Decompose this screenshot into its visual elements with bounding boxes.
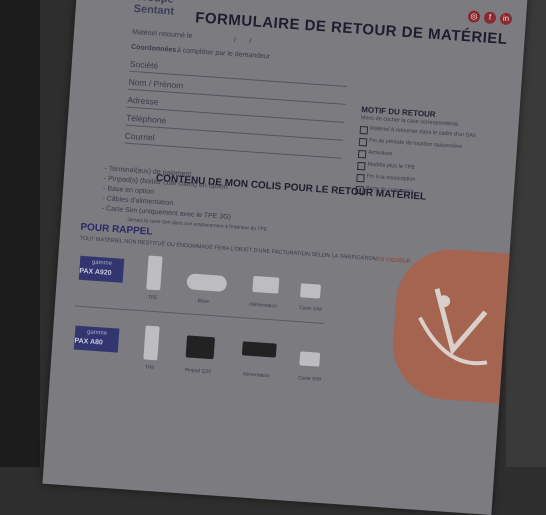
facebook-icon: f — [483, 11, 497, 25]
motif-checkbox-5[interactable] — [356, 173, 365, 183]
motif-option-5: Fin à la souscription — [366, 173, 416, 183]
sim-a920-image — [300, 283, 321, 299]
gamme-divider — [74, 305, 325, 324]
field-nom-line[interactable] — [128, 88, 346, 105]
materiel-retourne-label: Matériel retourné le — [131, 28, 193, 41]
sim-a80-caption: Carte SIM — [298, 375, 322, 383]
social-icons: ◎ f in — [467, 10, 513, 26]
motif-checkbox-2[interactable] — [358, 137, 368, 147]
base-a920-caption: Base — [197, 298, 210, 305]
alimentation-a80-caption: Alimentation — [242, 371, 271, 380]
tpe-a920-caption: TPE — [147, 294, 158, 302]
sim-a920-caption: Carte SIM — [299, 305, 322, 313]
gamme-badge-a80: gamme PAX A80 — [73, 325, 120, 353]
date-slashes: / / — [233, 36, 252, 46]
field-courriel-label: Courriel — [124, 130, 155, 143]
motif-option-2: Fin de période de location saisonnière — [368, 137, 463, 151]
field-courriel-line[interactable] — [124, 142, 342, 159]
tpe-a920-image — [146, 255, 163, 291]
gamme-badge-a920: gamme PAX A920 — [78, 255, 125, 283]
coordonnees-label: Coordonnées — [130, 43, 177, 54]
base-a920-image — [186, 273, 228, 293]
coordonnees-hint: à compléter par le demandeur — [176, 47, 271, 61]
motif-option-3: Armoiture — [368, 149, 393, 158]
field-adresse-label: Adresse — [127, 94, 159, 107]
sim-a80-image — [299, 351, 321, 367]
motif-option-4: Modèle plus le TPE — [367, 161, 416, 171]
alimentation-a920-caption: Alimentation — [249, 301, 278, 310]
alimentation-a80-image — [241, 341, 277, 358]
alimentation-a920-image — [252, 275, 280, 294]
tpe-a80-image — [143, 325, 160, 361]
linkedin-icon: in — [499, 12, 513, 26]
pinpad-a80-image — [185, 335, 216, 360]
field-telephone-label: Téléphone — [125, 112, 167, 126]
rappel-title: POUR RAPPEL — [80, 221, 153, 238]
tpe-a80-caption: TPE — [144, 364, 155, 372]
field-societe-label: Société — [129, 58, 159, 71]
contenu-item-3: - Base en option — [102, 185, 155, 196]
motif-option-1: Matériel à retourner dans le cadre d'un … — [369, 125, 477, 140]
motif-checkbox-1[interactable] — [359, 125, 369, 135]
motif-checkbox-4[interactable] — [357, 161, 366, 171]
brand-logo-circle — [389, 246, 510, 404]
sextant-icon — [418, 288, 488, 366]
pinpad-a80-caption: Pinpad Q25 — [184, 367, 212, 376]
background-left — [0, 0, 40, 467]
motif-checkbox-3[interactable] — [357, 149, 367, 159]
paper-form: Groupe Sentant ◎ f in FORMULAIRE DE RETO… — [42, 0, 528, 515]
field-telephone-line[interactable] — [125, 124, 344, 141]
instagram-icon: ◎ — [467, 10, 481, 24]
